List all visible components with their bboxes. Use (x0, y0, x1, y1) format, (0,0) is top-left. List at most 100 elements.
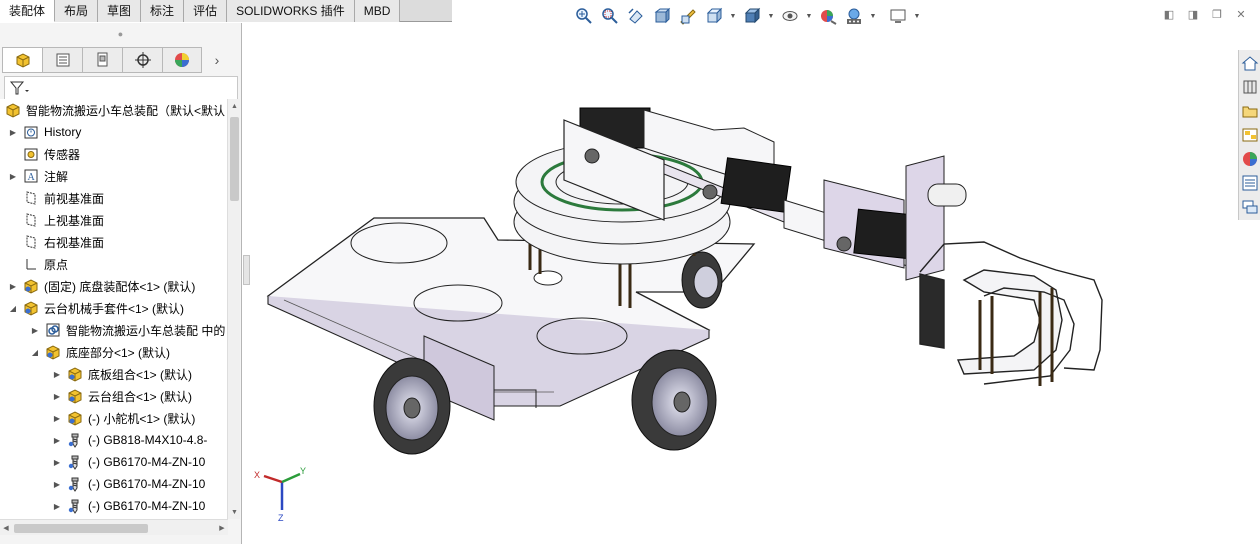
scroll-right-icon[interactable]: ▶ (216, 520, 228, 536)
apply-scene-icon[interactable] (842, 5, 866, 27)
tree-item[interactable]: ▶ 云台组合<1> (默认) (52, 385, 192, 407)
display-style-dropdown-icon[interactable]: ▼ (766, 5, 776, 27)
tree-item[interactable]: ▶ (-) GB6170-M4-ZN-10 (52, 495, 205, 517)
command-tab[interactable]: SOLIDWORKS 插件 (227, 0, 355, 22)
pane-grip[interactable]: ● (0, 23, 241, 45)
view-orientation-dropdown-icon[interactable]: ▼ (728, 5, 738, 27)
feature-manager-tab[interactable] (2, 47, 42, 73)
scroll-down-icon[interactable]: ▼ (228, 505, 241, 519)
triad-x-label: X (254, 470, 260, 480)
view-settings-icon[interactable] (886, 5, 910, 27)
tree-item[interactable]: 传感器 (8, 143, 80, 165)
mates-icon (44, 321, 62, 339)
tree-item[interactable]: ▶ (-) GB818-M4X10-4.8- (52, 429, 207, 451)
tree-vertical-scrollbar[interactable]: ▲ ▼ (227, 99, 240, 519)
more-tabs-chevron-icon[interactable]: › (202, 47, 232, 73)
graphics-area[interactable] (244, 30, 1238, 544)
section-view-icon[interactable] (650, 5, 674, 27)
edit-appearance-icon[interactable] (816, 5, 840, 27)
pane-left-icon[interactable]: ◧ (1162, 7, 1176, 21)
scroll-thumb[interactable] (230, 117, 239, 201)
hide-show-dropdown-icon[interactable]: ▼ (804, 5, 814, 27)
tree-item[interactable]: 上视基准面 (8, 209, 104, 231)
home-icon[interactable] (1239, 52, 1260, 74)
expand-arrow-icon[interactable]: ▶ (8, 127, 18, 137)
expand-arrow-icon[interactable]: ▶ (52, 457, 62, 467)
tree-item[interactable]: ◢ 底座部分<1> (默认) (30, 341, 170, 363)
property-manager-tab[interactable] (42, 47, 82, 73)
tree-item[interactable]: 前视基准面 (8, 187, 104, 209)
view-settings-dropdown-icon[interactable]: ▼ (912, 5, 922, 27)
expand-arrow-icon[interactable]: ▶ (52, 413, 62, 423)
tree-root[interactable]: 智能物流搬运小车总装配（默认<默认 (4, 99, 225, 121)
command-tab[interactable]: MBD (354, 0, 401, 22)
expand-arrow-icon[interactable]: ▶ (8, 171, 18, 181)
command-tab[interactable]: 布局 (55, 0, 99, 22)
appearances-icon[interactable] (1239, 148, 1260, 170)
collapse-arrow-icon[interactable]: ◢ (30, 347, 40, 357)
tree-item[interactable]: ▶ 智能物流搬运小车总装配 中的 (30, 319, 225, 341)
manager-tabs: › (2, 47, 240, 73)
command-tab[interactable]: 评估 (184, 0, 228, 22)
command-tab[interactable]: 装配体 (0, 0, 56, 22)
tree-item[interactable]: ▶ (-) 小舵机<1> (默认) (52, 407, 195, 429)
close-icon[interactable]: ✕ (1234, 7, 1248, 21)
custom-properties-icon[interactable] (1239, 172, 1260, 194)
restore-icon[interactable]: ❐ (1210, 7, 1224, 21)
screw-icon (66, 431, 84, 449)
tree-horizontal-scrollbar[interactable]: ◀ ▶ (0, 519, 228, 535)
tree-item[interactable]: ▶ A 注解 (8, 165, 68, 187)
tree-item-label: 右视基准面 (44, 235, 105, 250)
tree-item[interactable]: ◢ 云台机械手套件<1> (默认) (8, 297, 184, 319)
tree-item-label: 前视基准面 (44, 191, 105, 206)
scroll-up-icon[interactable]: ▲ (228, 99, 241, 113)
zoom-to-fit-icon[interactable] (572, 5, 596, 27)
forum-icon[interactable] (1239, 196, 1260, 218)
tree-item[interactable]: ▶ (-) GB6170-M4-ZN-10 (52, 451, 205, 473)
pane-right-icon[interactable]: ◨ (1186, 7, 1200, 21)
tree-filter[interactable] (4, 76, 238, 100)
tree-item[interactable]: ▶ 底板组合<1> (默认) (52, 363, 192, 385)
expand-arrow-icon[interactable]: ▶ (30, 325, 40, 335)
command-tab[interactable]: 草图 (98, 0, 142, 22)
dimxpert-manager-tab[interactable] (122, 47, 162, 73)
tree-item[interactable]: 右视基准面 (8, 231, 104, 253)
expand-arrow-icon[interactable]: ▶ (8, 281, 18, 291)
zoom-to-area-icon[interactable] (598, 5, 622, 27)
configuration-manager-tab[interactable] (82, 47, 122, 73)
tree-item-label: 原点 (44, 257, 69, 272)
tree-item[interactable]: ▶ History (8, 121, 81, 143)
tree-item[interactable]: ▶ (固定) 底盘装配体<1> (默认) (8, 275, 195, 297)
expand-arrow-icon[interactable]: ▶ (52, 369, 62, 379)
command-tab[interactable]: 标注 (141, 0, 185, 22)
triad-z-label: Z (278, 513, 284, 523)
expand-arrow-icon[interactable]: ▶ (52, 501, 62, 511)
axis-triad: X Y Z (254, 466, 306, 523)
tree-item[interactable]: 原点 (8, 253, 68, 275)
horizontal-scroll-thumb[interactable] (14, 524, 148, 533)
collapse-arrow-icon[interactable]: ◢ (8, 303, 18, 313)
expand-arrow-icon[interactable]: ▶ (52, 435, 62, 445)
screw-icon (66, 497, 84, 515)
file-explorer-icon[interactable] (1239, 100, 1260, 122)
scroll-left-icon[interactable]: ◀ (0, 520, 12, 536)
hide-show-icon[interactable] (778, 5, 802, 27)
design-library-icon[interactable] (1239, 76, 1260, 98)
dynamic-annotation-icon[interactable] (676, 5, 700, 27)
previous-view-icon[interactable] (624, 5, 648, 27)
tree-item[interactable]: ▶ (-) GB6170-M4-ZN-10 (52, 473, 205, 495)
tree-item-label: (固定) 底盘装配体<1> (默认) (44, 279, 196, 294)
tree-item-label: 底座部分<1> (默认) (66, 345, 171, 360)
display-manager-tab[interactable] (162, 47, 202, 73)
plane-icon (22, 233, 40, 251)
view-orientation-icon[interactable] (702, 5, 726, 27)
apply-scene-dropdown-icon[interactable]: ▼ (868, 5, 878, 27)
display-style-icon[interactable] (740, 5, 764, 27)
assembly-tree-icon (16, 53, 29, 68)
history-icon (22, 123, 40, 141)
view-palette-icon[interactable] (1239, 124, 1260, 146)
expand-arrow-icon[interactable]: ▶ (52, 391, 62, 401)
expand-arrow-icon[interactable]: ▶ (52, 479, 62, 489)
